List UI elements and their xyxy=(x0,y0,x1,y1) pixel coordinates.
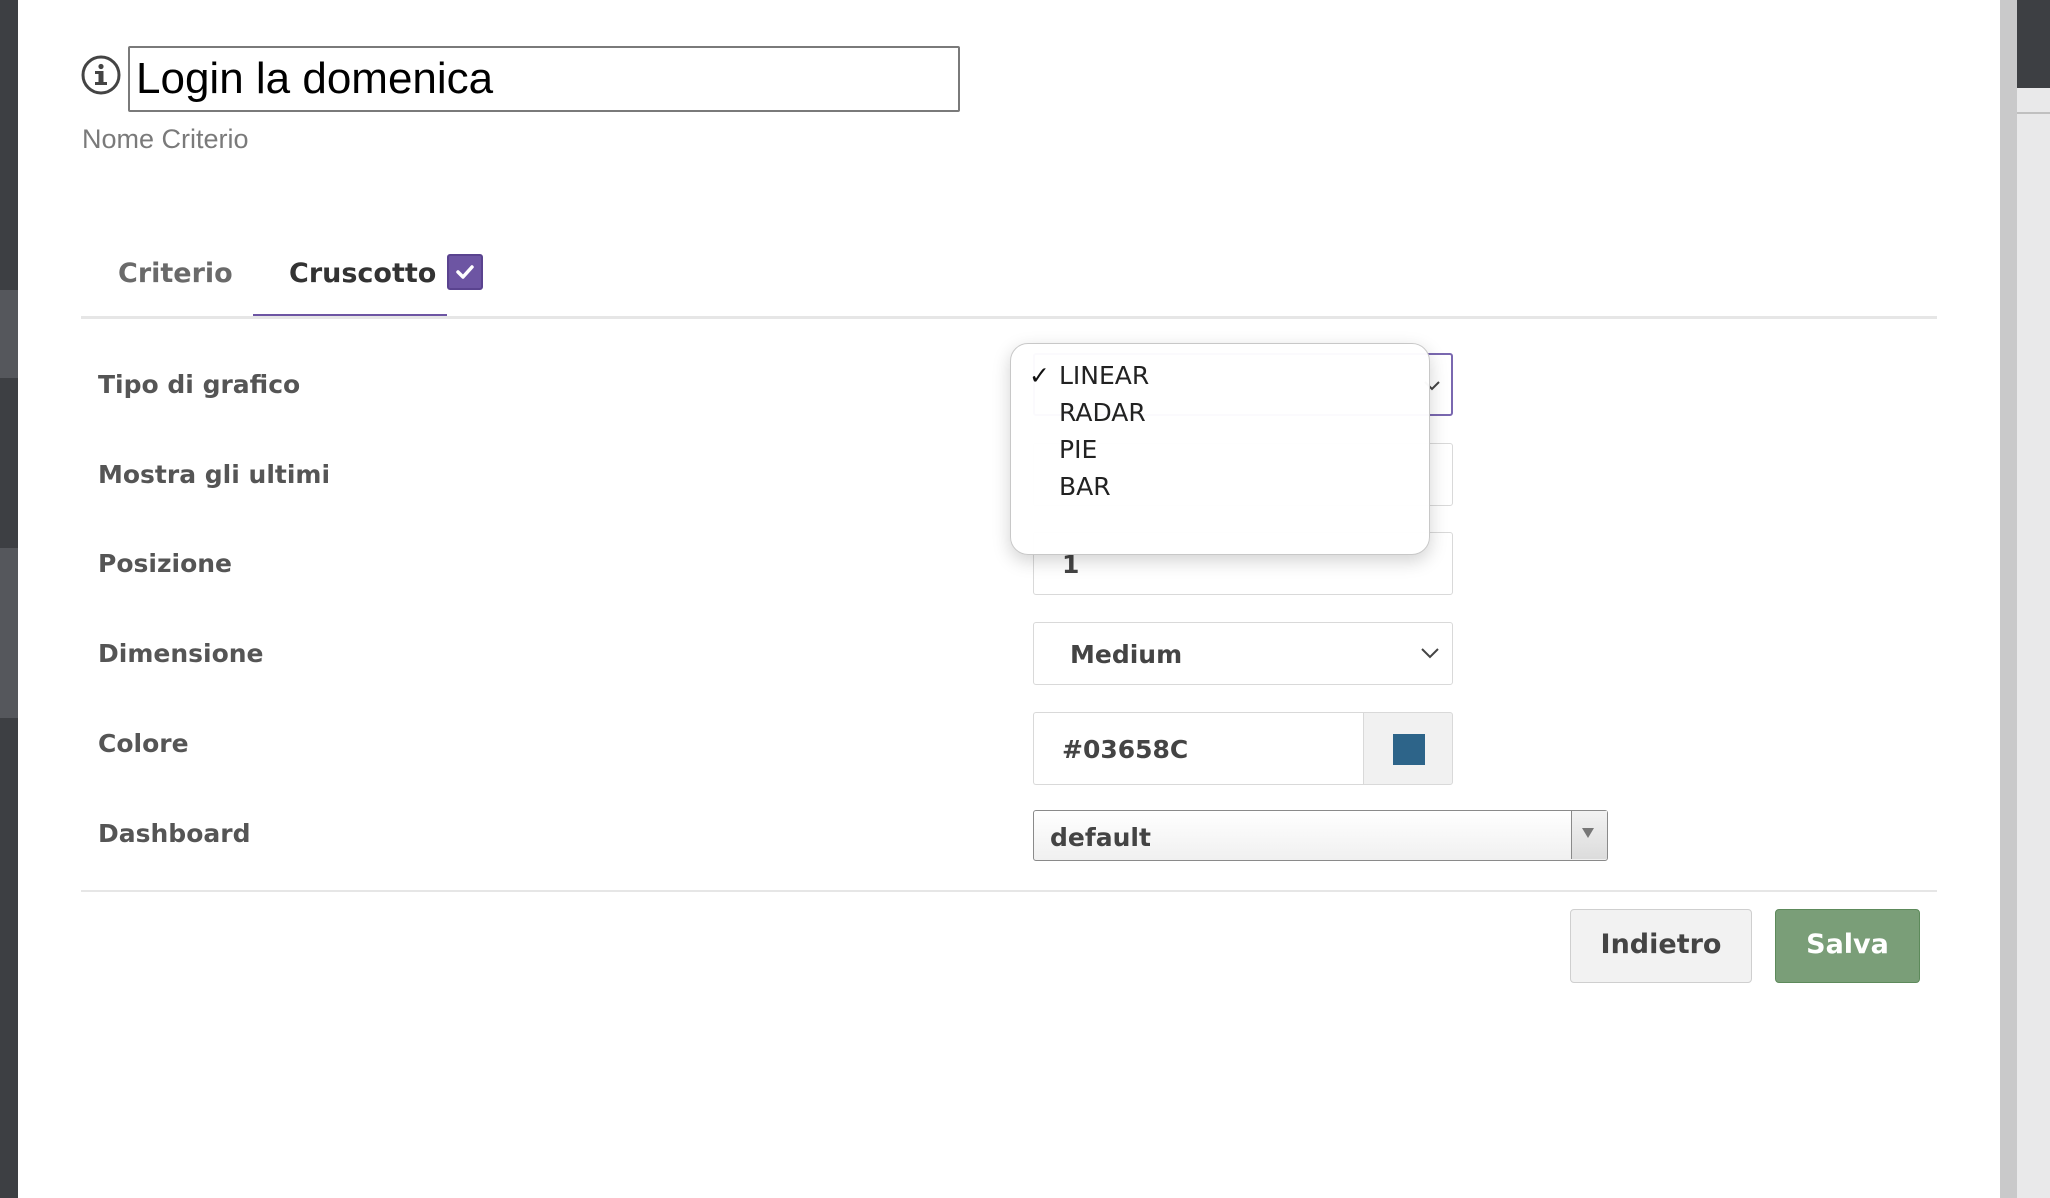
right-panel-strip xyxy=(2000,0,2050,1198)
dropdown-option-linear[interactable]: LINEAR xyxy=(1059,361,1149,390)
sidebar-segment xyxy=(0,290,18,378)
divider xyxy=(2017,112,2050,114)
color-hex-input[interactable]: #03658C xyxy=(1033,712,1363,785)
dashboard-select[interactable]: default xyxy=(1033,810,1608,861)
color-swatch-button[interactable] xyxy=(1363,712,1453,785)
colore-label: Colore xyxy=(98,729,189,758)
dropdown-option-bar[interactable]: BAR xyxy=(1059,472,1111,501)
back-button[interactable]: Indietro xyxy=(1570,909,1752,983)
dimensione-value: Medium xyxy=(1070,640,1183,669)
chevron-down-icon xyxy=(1421,648,1439,659)
cruscotto-checkbox[interactable] xyxy=(447,254,483,290)
color-picker: #03658C xyxy=(1033,712,1453,785)
dropdown-option-radar[interactable]: RADAR xyxy=(1059,398,1146,427)
dashboard-value: default xyxy=(1050,823,1151,852)
save-button[interactable]: Salva xyxy=(1775,909,1920,983)
mostra-ultimi-label: Mostra gli ultimi xyxy=(98,460,331,489)
tab-cruscotto[interactable]: Cruscotto xyxy=(289,258,436,289)
caret-down-icon xyxy=(1582,828,1594,838)
dropdown-arrow-button[interactable] xyxy=(1571,811,1607,859)
tabs-divider xyxy=(81,316,1937,319)
background-panel xyxy=(2017,0,2050,88)
dimensione-select[interactable]: Medium xyxy=(1033,622,1453,685)
dropdown-option-pie[interactable]: PIE xyxy=(1059,435,1097,464)
posizione-label: Posizione xyxy=(98,549,232,578)
check-icon xyxy=(456,265,474,279)
footer-divider xyxy=(81,890,1937,892)
left-sidebar-strip xyxy=(0,0,18,1198)
color-swatch xyxy=(1393,734,1425,765)
scrollbar-track[interactable] xyxy=(2000,0,2017,1198)
chart-type-dropdown-menu: ✓ LINEAR RADAR PIE BAR xyxy=(1010,343,1430,555)
dashboard-label: Dashboard xyxy=(98,819,251,848)
dimensione-label: Dimensione xyxy=(98,639,264,668)
info-icon xyxy=(81,55,121,95)
criterion-name-input[interactable] xyxy=(128,46,960,112)
color-hex-value: #03658C xyxy=(1062,735,1189,764)
checkmark-icon: ✓ xyxy=(1029,361,1050,390)
criterion-name-hint: Nome Criterio xyxy=(82,124,249,154)
sidebar-segment xyxy=(0,548,18,718)
tipo-grafico-label: Tipo di grafico xyxy=(98,370,301,399)
tab-criterio[interactable]: Criterio xyxy=(118,258,233,289)
